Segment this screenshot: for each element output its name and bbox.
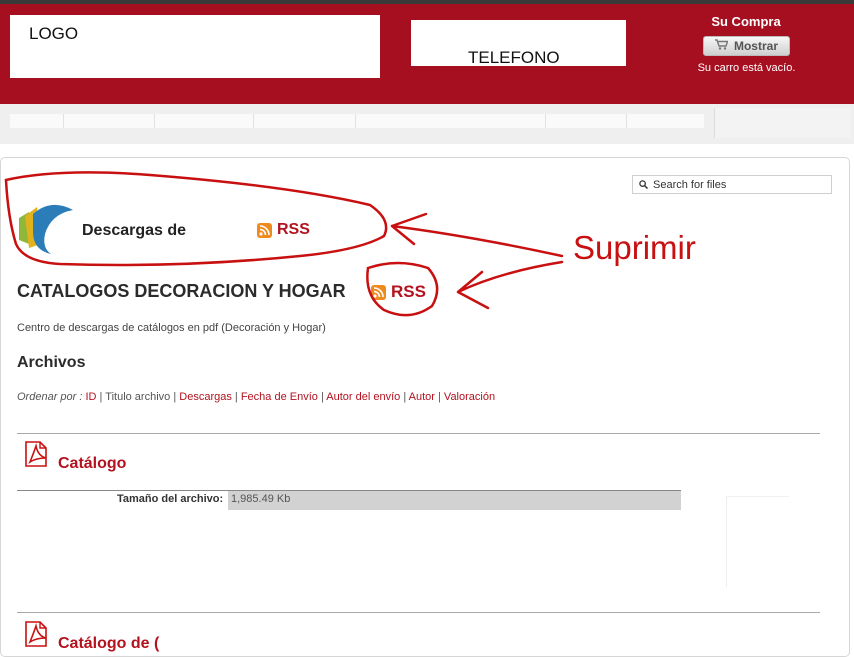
nav-item[interactable]: [627, 114, 704, 128]
sort-option-id[interactable]: ID: [85, 391, 96, 403]
cart-title: Su Compra: [711, 14, 781, 29]
sort-bar: Ordenar por : ID | Titulo archivo | Desc…: [17, 391, 496, 403]
nav-right-block: [714, 108, 851, 138]
file-link[interactable]: Catálogo de (: [58, 635, 159, 653]
category-rss-link[interactable]: RSS: [371, 282, 426, 302]
search-box[interactable]: [632, 175, 832, 194]
nav-item[interactable]: [546, 114, 627, 128]
pdf-icon: [24, 620, 50, 653]
file-divider: [17, 433, 820, 434]
annotation-label: Suprimir: [573, 229, 696, 266]
rss-icon: [371, 284, 386, 300]
sort-option-author[interactable]: Autor: [409, 391, 435, 403]
pdf-icon: [24, 440, 50, 473]
cart-status: Su carro está vacío.: [697, 62, 796, 74]
downloads-title: Descargas de: [82, 222, 187, 239]
nav-item[interactable]: [64, 114, 155, 128]
files-heading: Archivos: [17, 354, 86, 371]
downloads-logo-icon: [15, 198, 77, 261]
cart-icon: [714, 39, 729, 53]
show-cart-button[interactable]: Mostrar: [703, 36, 790, 56]
main-nav: [10, 114, 704, 128]
sort-option-rating[interactable]: Valoración: [444, 391, 495, 403]
nav-item[interactable]: [155, 114, 254, 128]
nav-item[interactable]: [254, 114, 356, 128]
file-link[interactable]: Catálogo: [58, 455, 126, 473]
file-divider: [17, 612, 820, 613]
nav-item[interactable]: [356, 114, 546, 128]
phone-text: TELEFONO: [468, 48, 560, 67]
sort-option-title: Titulo archivo: [105, 391, 171, 403]
file-size-label: Tamaño del archivo:: [117, 493, 224, 505]
search-icon: [639, 176, 649, 194]
downloads-rss-label: RSS: [277, 221, 310, 238]
sort-option-submitter[interactable]: Autor del envío: [326, 391, 400, 403]
downloads-rss-link[interactable]: RSS: [257, 221, 310, 239]
file-size-value: 1,985.49 Kb: [228, 491, 681, 510]
sort-option-date[interactable]: Fecha de Envío: [241, 391, 318, 403]
rss-icon: [257, 222, 272, 238]
show-cart-label: Mostrar: [733, 39, 778, 53]
file-preview-frame: [726, 496, 789, 587]
category-title: CATALOGOS DECORACION Y HOGAR: [17, 281, 346, 301]
nav-item[interactable]: [10, 114, 64, 128]
logo-text: LOGO: [29, 24, 79, 43]
sort-label: Ordenar por :: [17, 391, 83, 403]
search-input[interactable]: [653, 178, 823, 191]
category-description: Centro de descargas de catálogos en pdf …: [17, 322, 326, 334]
sort-option-downloads[interactable]: Descargas: [179, 391, 232, 403]
category-rss-label: RSS: [391, 282, 426, 301]
